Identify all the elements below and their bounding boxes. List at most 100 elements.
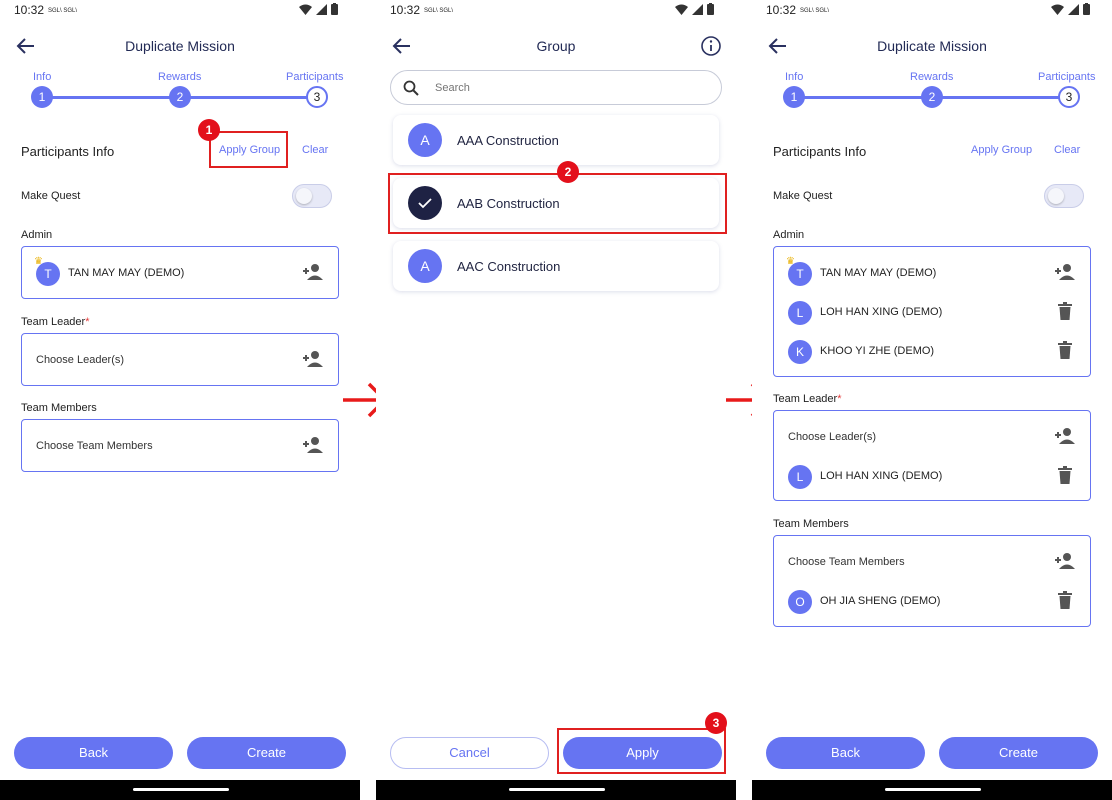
home-indicator[interactable] (509, 788, 605, 791)
step-label-rewards[interactable]: Rewards (910, 71, 953, 83)
team-leader-label: Team Leader* (21, 316, 90, 328)
clear-link[interactable]: Clear (302, 144, 328, 156)
choose-members-row[interactable]: Choose Team Members (774, 543, 1090, 582)
team-leader-text: Team Leader (21, 316, 86, 328)
admin-name: KHOO YI ZHE (DEMO) (820, 345, 935, 357)
status-icons (675, 3, 714, 15)
status-icons (1051, 3, 1090, 15)
highlight-selected-group (388, 173, 727, 234)
admin-name: TAN MAY MAY (DEMO) (68, 267, 185, 279)
step-badge-1: 1 (198, 119, 220, 141)
add-person-icon[interactable] (1054, 552, 1076, 570)
crown-icon: ♛ (786, 256, 795, 267)
team-members-box[interactable]: Choose Team Members (21, 419, 339, 472)
screen-group-picker: 10:32 SGL\ SGL\ Group A AAA Construction… (376, 0, 736, 800)
team-members-label: Team Members (773, 518, 849, 530)
avatar: O (788, 590, 812, 614)
cell-signal-icon (316, 3, 327, 15)
highlight-apply-button (557, 728, 726, 774)
choose-members-placeholder: Choose Team Members (36, 440, 153, 452)
back-button[interactable]: Back (766, 737, 925, 769)
group-card-aaa[interactable]: A AAA Construction (393, 115, 719, 165)
stepper: Info Rewards Participants 1 2 3 (0, 70, 360, 110)
app-bar: Duplicate Mission (752, 28, 1112, 64)
page-title: Duplicate Mission (125, 38, 235, 54)
screen-duplicate-mission-after: 10:32 SGL\ SGL\ Duplicate Mission Info R… (752, 0, 1112, 800)
status-time: 10:32 (14, 3, 45, 17)
step-label-info[interactable]: Info (785, 71, 803, 83)
admin-box: T ♛ TAN MAY MAY (DEMO) (21, 246, 339, 299)
search-box[interactable] (390, 70, 722, 105)
create-button[interactable]: Create (939, 737, 1098, 769)
trash-icon[interactable] (1058, 302, 1072, 320)
avatar: L (788, 301, 812, 325)
bottom-actions: Back Create (766, 737, 1098, 769)
group-name: AAC Construction (457, 259, 561, 274)
info-icon[interactable] (700, 35, 722, 57)
make-quest-toggle[interactable] (292, 184, 332, 208)
highlight-apply-group (209, 131, 288, 168)
signal-label: SGL\ SGL\ (800, 8, 830, 14)
admin-name: TAN MAY MAY (DEMO) (820, 267, 937, 279)
app-bar: Group (376, 28, 736, 64)
battery-icon (331, 3, 338, 15)
participants-info-title: Participants Info (773, 144, 867, 159)
step-badge-3: 3 (705, 712, 727, 734)
choose-leader-row[interactable]: Choose Leader(s) (774, 418, 1090, 457)
trash-icon[interactable] (1058, 591, 1072, 609)
signal-label: SGL\ SGL\ (48, 8, 78, 14)
add-person-icon[interactable] (1054, 263, 1076, 281)
make-quest-toggle[interactable] (1044, 184, 1084, 208)
home-indicator[interactable] (133, 788, 229, 791)
step-dot-3[interactable]: 3 (306, 86, 328, 108)
step-dot-2[interactable]: 2 (169, 86, 191, 108)
trash-icon[interactable] (1058, 466, 1072, 484)
step-label-participants[interactable]: Participants (1038, 71, 1095, 83)
add-person-icon[interactable] (302, 263, 324, 281)
status-time: 10:32 (766, 3, 797, 17)
add-person-icon[interactable] (302, 350, 324, 368)
admin-row: L LOH HAN XING (DEMO) (774, 293, 1090, 332)
step-dot-3[interactable]: 3 (1058, 86, 1080, 108)
system-nav-bar (752, 780, 1112, 800)
apply-group-link[interactable]: Apply Group (971, 144, 1032, 156)
toggle-knob (296, 188, 312, 204)
clear-link[interactable]: Clear (1054, 144, 1080, 156)
add-person-icon[interactable] (302, 436, 324, 454)
wifi-icon (1051, 4, 1064, 15)
choose-members-row[interactable]: Choose Team Members (22, 427, 338, 466)
step-label-info[interactable]: Info (33, 71, 51, 83)
battery-icon (707, 3, 714, 15)
choose-leader-placeholder: Choose Leader(s) (788, 431, 877, 443)
add-person-icon[interactable] (1054, 427, 1076, 445)
team-leader-box[interactable]: Choose Leader(s) (21, 333, 339, 386)
status-icons (299, 3, 338, 15)
step-dot-1[interactable]: 1 (783, 86, 805, 108)
system-nav-bar (376, 780, 736, 800)
step-label-participants[interactable]: Participants (286, 71, 343, 83)
step-label-rewards[interactable]: Rewards (158, 71, 201, 83)
admin-row: T ♛ TAN MAY MAY (DEMO) (774, 254, 1090, 293)
cancel-button[interactable]: Cancel (390, 737, 549, 769)
make-quest-label: Make Quest (21, 190, 81, 202)
trash-icon[interactable] (1058, 341, 1072, 359)
choose-members-placeholder: Choose Team Members (788, 556, 905, 568)
battery-icon (1083, 3, 1090, 15)
search-input[interactable] (435, 78, 685, 98)
group-card-aac[interactable]: A AAC Construction (393, 241, 719, 291)
stepper: Info Rewards Participants 1 2 3 (752, 70, 1112, 110)
step-dot-2[interactable]: 2 (921, 86, 943, 108)
admin-row: T ♛ TAN MAY MAY (DEMO) (22, 254, 338, 293)
toggle-knob (1048, 188, 1064, 204)
team-members-label: Team Members (21, 402, 97, 414)
page-title: Group (536, 38, 576, 54)
home-indicator[interactable] (885, 788, 981, 791)
choose-leader-row[interactable]: Choose Leader(s) (22, 341, 338, 380)
wifi-icon (299, 4, 312, 15)
admin-label: Admin (773, 229, 805, 241)
avatar: L (788, 465, 812, 489)
wifi-icon (675, 4, 688, 15)
back-button[interactable]: Back (14, 737, 173, 769)
step-dot-1[interactable]: 1 (31, 86, 53, 108)
create-button[interactable]: Create (187, 737, 346, 769)
